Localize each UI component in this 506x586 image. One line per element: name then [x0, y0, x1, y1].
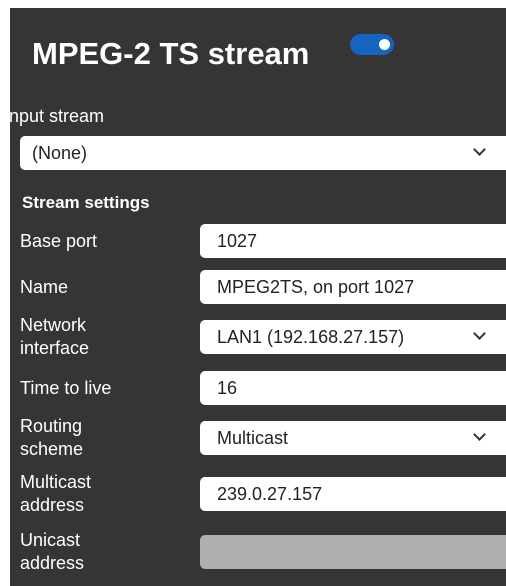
input-stream-select[interactable]: (None)	[20, 136, 506, 170]
multicast-address-field[interactable]: 239.0.27.157	[200, 477, 506, 511]
enable-toggle[interactable]	[350, 34, 394, 55]
multicast-address-label: Multicast address	[20, 471, 91, 517]
name-label: Name	[20, 277, 69, 297]
base-port-field[interactable]: 1027	[200, 224, 506, 258]
time-to-live-label: Time to live	[20, 378, 112, 398]
routing-scheme-label-line2: scheme	[20, 439, 84, 459]
multicast-address-label-line1: Multicast	[20, 472, 92, 492]
unicast-address-field[interactable]	[200, 535, 506, 569]
routing-scheme-select[interactable]: Multicast	[200, 421, 506, 455]
routing-scheme-label-line1: Routing	[20, 416, 83, 436]
routing-scheme-label: Routing scheme	[20, 415, 83, 461]
toggle-knob	[379, 39, 390, 50]
time-to-live-value: 16	[217, 377, 238, 398]
network-interface-label: Network interface	[20, 314, 89, 360]
input-stream-label: Input stream	[4, 106, 105, 126]
multicast-address-value: 239.0.27.157	[217, 483, 323, 504]
base-port-label: Base port	[20, 231, 98, 251]
page-title: MPEG-2 TS stream	[32, 36, 310, 71]
unicast-address-label: Unicast address	[20, 529, 84, 575]
network-interface-label-line2: interface	[20, 338, 90, 358]
name-value: MPEG2TS, on port 1027	[217, 276, 415, 297]
unicast-address-label-line1: Unicast	[20, 530, 81, 550]
network-interface-label-line1: Network	[20, 315, 87, 335]
chevron-down-icon	[473, 327, 486, 340]
multicast-address-label-line2: address	[20, 495, 85, 515]
chevron-down-icon	[473, 428, 486, 441]
network-interface-select[interactable]: LAN1 (192.168.27.157)	[200, 320, 506, 354]
time-to-live-field[interactable]: 16	[200, 371, 506, 405]
input-stream-value: (None)	[32, 142, 88, 163]
chevron-down-icon	[473, 143, 486, 156]
name-field[interactable]: MPEG2TS, on port 1027	[200, 270, 506, 304]
base-port-value: 1027	[217, 230, 258, 251]
title-row: MPEG-2 TS stream	[32, 36, 309, 72]
network-interface-value: LAN1 (192.168.27.157)	[217, 326, 405, 347]
section-title: Stream settings	[22, 193, 150, 212]
unicast-address-label-line2: address	[20, 553, 85, 573]
routing-scheme-value: Multicast	[217, 427, 289, 448]
